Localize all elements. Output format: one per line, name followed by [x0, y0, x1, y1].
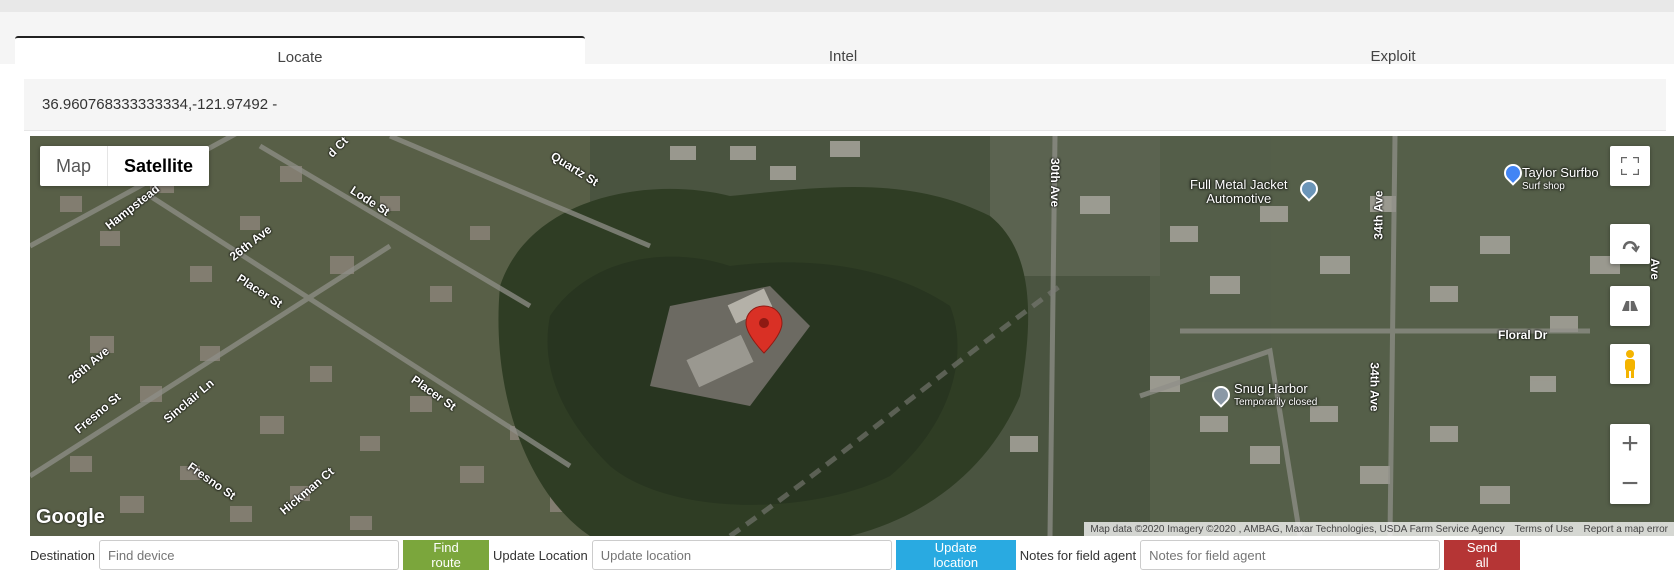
update-location-label: Update Location — [493, 547, 588, 563]
tilt-button[interactable] — [1610, 286, 1650, 326]
road-label-30th-ave: 30th Ave — [1048, 158, 1062, 208]
pegman-icon — [1625, 350, 1635, 378]
map-type-control: Map Satellite — [40, 146, 210, 186]
road-label-34th-ave-top: 34th Ave — [1371, 190, 1386, 240]
destination-label: Destination — [30, 547, 96, 563]
notes-label: Notes for field agent — [1019, 547, 1137, 563]
update-location-button[interactable]: Update location — [895, 540, 1016, 570]
poi-name: Taylor Surfbo — [1522, 165, 1599, 180]
notes-input[interactable] — [1140, 540, 1441, 570]
road-label-34th-ave-bottom: 34th Ave — [1367, 362, 1382, 412]
destination-input[interactable] — [99, 540, 400, 570]
map-attribution: Map data ©2020 Imagery ©2020 , AMBAG, Ma… — [1084, 522, 1674, 536]
coordinates-bar: 36.960768333333334,-121.97492 - — [24, 79, 1666, 131]
satellite-imagery[interactable] — [30, 136, 1674, 536]
fullscreen-icon — [1621, 157, 1639, 175]
rotate-icon — [1622, 241, 1640, 253]
attribution-text: Map data ©2020 Imagery ©2020 , AMBAG, Ma… — [1090, 523, 1505, 535]
road-label-floral-dr: Floral Dr — [1498, 328, 1548, 342]
dispatch-form: Destination Find route Update Location U… — [30, 538, 1674, 572]
zoom-control: + − — [1610, 424, 1650, 504]
map-view[interactable]: Quartz St Lode St Hampstead 26th Ave Pla… — [30, 136, 1674, 536]
poi-status: Temporarily closed — [1234, 397, 1318, 408]
map-type-satellite-button[interactable]: Satellite — [107, 146, 209, 186]
google-logo: Google — [36, 506, 105, 528]
map-type-map-button[interactable]: Map — [40, 146, 107, 186]
tilt-icon — [1622, 301, 1638, 311]
zoom-out-button[interactable]: − — [1610, 464, 1650, 504]
coordinates-text: 36.960768333333334,-121.97492 - — [42, 96, 278, 113]
report-map-error-link[interactable]: Report a map error — [1584, 524, 1668, 535]
send-all-button[interactable]: Send all — [1444, 540, 1521, 570]
tabs-bar: Locate Intel Exploit — [0, 12, 1674, 76]
poi-name: Full Metal Jacket — [1190, 177, 1288, 192]
rotate-button[interactable] — [1610, 224, 1650, 264]
poi-taylor-surf[interactable]: Taylor Surfbo Surf shop — [1522, 166, 1599, 194]
poi-name: Snug Harbor — [1234, 381, 1308, 396]
poi-category: Surf shop — [1522, 181, 1565, 192]
find-route-button[interactable]: Find route — [403, 540, 490, 570]
poi-category: Automotive — [1206, 191, 1272, 206]
zoom-in-button[interactable]: + — [1610, 424, 1650, 464]
poi-full-metal-jacket[interactable]: Full Metal Jacket Automotive — [1190, 178, 1288, 206]
update-location-input[interactable] — [591, 540, 892, 570]
fullscreen-button[interactable] — [1610, 146, 1650, 186]
poi-snug-harbor[interactable]: Snug Harbor Temporarily closed — [1234, 382, 1317, 410]
terms-of-use-link[interactable]: Terms of Use — [1515, 524, 1574, 535]
street-view-pegman[interactable] — [1610, 344, 1650, 384]
top-strip — [0, 0, 1674, 12]
